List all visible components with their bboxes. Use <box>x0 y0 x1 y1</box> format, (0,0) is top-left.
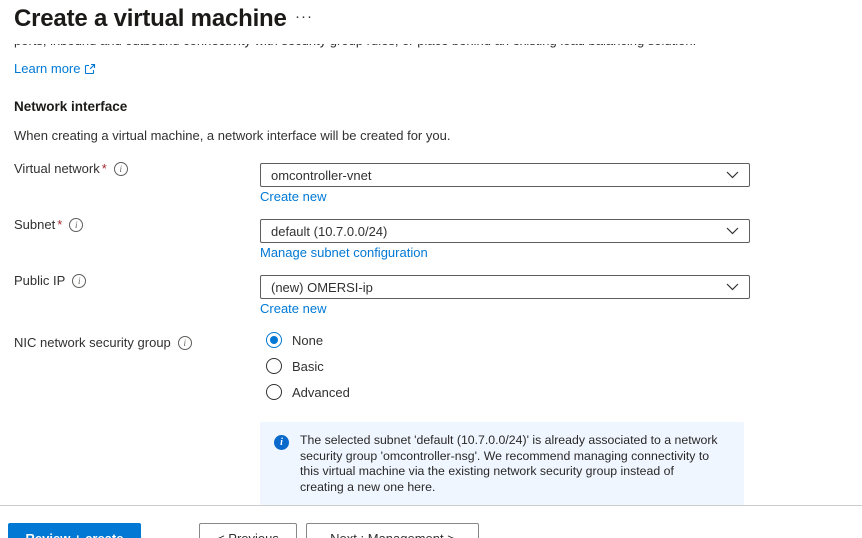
info-tooltip-icon[interactable]: i <box>69 218 83 232</box>
learn-more-link[interactable]: Learn more <box>14 61 96 76</box>
radio-option-basic[interactable]: Basic <box>266 358 324 374</box>
subnet-label: Subnet* i <box>14 217 83 232</box>
scroll-clipped-paragraph: ports, inbound and outbound connectivity… <box>14 44 754 52</box>
chevron-down-icon <box>726 227 739 235</box>
virtual-network-label: Virtual network* i <box>14 161 128 176</box>
clipped-paragraph-text: ports, inbound and outbound connectivity… <box>14 44 754 50</box>
required-asterisk: * <box>102 161 107 176</box>
public-ip-label: Public IP i <box>14 273 86 288</box>
external-link-icon <box>84 63 96 75</box>
create-new-vnet-link[interactable]: Create new <box>260 189 326 204</box>
radio-label: Basic <box>292 359 324 374</box>
public-ip-value: (new) OMERSI-ip <box>271 280 373 295</box>
section-description: When creating a virtual machine, a netwo… <box>14 128 450 143</box>
create-new-public-ip-link[interactable]: Create new <box>260 301 326 316</box>
learn-more-label: Learn more <box>14 61 80 76</box>
radio-option-advanced[interactable]: Advanced <box>266 384 350 400</box>
next-management-button[interactable]: Next : Management > <box>306 523 479 538</box>
required-asterisk: * <box>57 217 62 232</box>
virtual-network-select[interactable]: omcontroller-vnet <box>260 163 750 187</box>
radio-option-none[interactable]: None <box>266 332 323 348</box>
subnet-select[interactable]: default (10.7.0.0/24) <box>260 219 750 243</box>
manage-subnet-configuration-link[interactable]: Manage subnet configuration <box>260 245 428 260</box>
previous-button[interactable]: < Previous <box>199 523 297 538</box>
more-options-icon[interactable]: ··· <box>295 8 313 25</box>
create-vm-page: Create a virtual machine ··· ports, inbo… <box>0 0 862 538</box>
page-title: Create a virtual machine <box>14 5 287 33</box>
info-tooltip-icon[interactable]: i <box>178 336 192 350</box>
subnet-nsg-info-box: i The selected subnet 'default (10.7.0.0… <box>260 422 744 505</box>
radio-label: None <box>292 333 323 348</box>
info-box-text: The selected subnet 'default (10.7.0.0/2… <box>300 433 720 495</box>
chevron-down-icon <box>726 283 739 291</box>
review-create-button[interactable]: Review + create <box>8 523 141 538</box>
info-icon: i <box>274 435 289 450</box>
nic-nsg-label: NIC network security group i <box>14 335 192 350</box>
radio-button-icon[interactable] <box>266 358 282 374</box>
virtual-network-value: omcontroller-vnet <box>271 168 371 183</box>
footer-divider <box>0 505 862 506</box>
radio-button-icon[interactable] <box>266 384 282 400</box>
radio-button-selected-icon[interactable] <box>266 332 282 348</box>
info-tooltip-icon[interactable]: i <box>114 162 128 176</box>
section-heading-network-interface: Network interface <box>14 99 127 114</box>
public-ip-select[interactable]: (new) OMERSI-ip <box>260 275 750 299</box>
chevron-down-icon <box>726 171 739 179</box>
radio-label: Advanced <box>292 385 350 400</box>
info-tooltip-icon[interactable]: i <box>72 274 86 288</box>
subnet-value: default (10.7.0.0/24) <box>271 224 387 239</box>
